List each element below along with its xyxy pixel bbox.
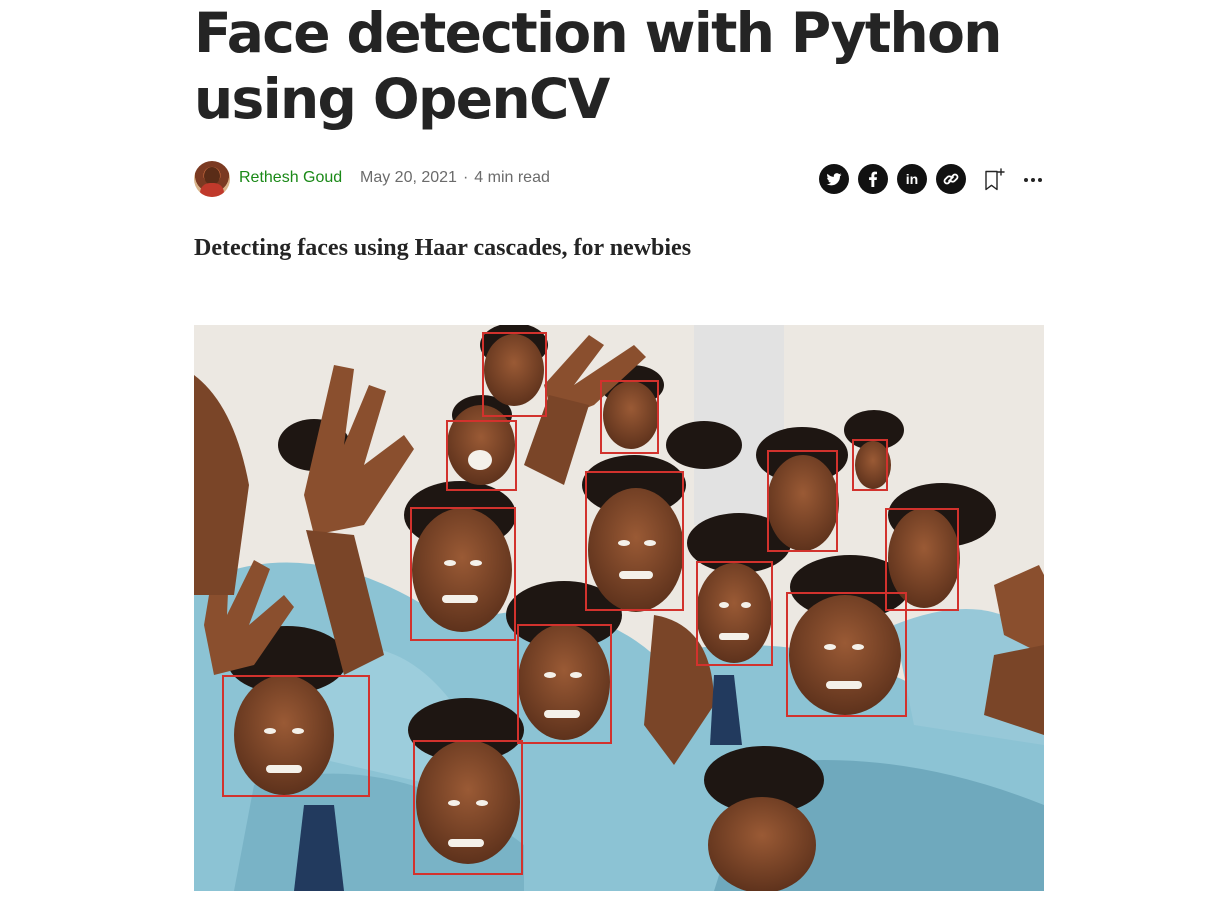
face-detection-box bbox=[413, 740, 523, 875]
face-detection-box bbox=[222, 675, 370, 797]
bookmark-add-icon[interactable] bbox=[982, 166, 1008, 194]
share-toolbar: in bbox=[819, 162, 1044, 196]
author-avatar[interactable] bbox=[194, 161, 230, 197]
face-detection-box bbox=[852, 439, 888, 491]
face-detection-box bbox=[696, 561, 773, 666]
read-time: 4 min read bbox=[474, 169, 550, 186]
article-subtitle: Detecting faces using Haar cascades, for… bbox=[194, 235, 692, 261]
linkedin-glyph: in bbox=[906, 171, 918, 187]
article-title: Face detection with Python using OpenCV bbox=[194, 1, 1002, 131]
face-detection-box bbox=[786, 592, 907, 717]
face-detection-box bbox=[585, 471, 684, 611]
hero-image[interactable] bbox=[194, 325, 1044, 891]
avatar-body bbox=[200, 183, 224, 197]
meta-separator: · bbox=[462, 169, 469, 186]
link-icon[interactable] bbox=[936, 164, 966, 194]
twitter-icon[interactable] bbox=[819, 164, 849, 194]
face-detection-box bbox=[482, 332, 547, 417]
more-icon[interactable] bbox=[1020, 166, 1046, 194]
facebook-icon[interactable] bbox=[858, 164, 888, 194]
face-detection-box bbox=[410, 507, 516, 641]
publish-date: May 20, 2021 bbox=[360, 169, 457, 186]
face-detection-box bbox=[517, 624, 612, 744]
linkedin-icon[interactable]: in bbox=[897, 164, 927, 194]
article-meta: May 20, 2021 · 4 min read bbox=[360, 169, 550, 187]
face-detection-box bbox=[767, 450, 838, 552]
face-detection-box bbox=[600, 380, 659, 454]
author-name[interactable]: Rethesh Goud bbox=[239, 169, 342, 187]
face-detection-box bbox=[446, 420, 517, 491]
byline: Rethesh Goud May 20, 2021 · 4 min read in bbox=[194, 160, 1044, 198]
